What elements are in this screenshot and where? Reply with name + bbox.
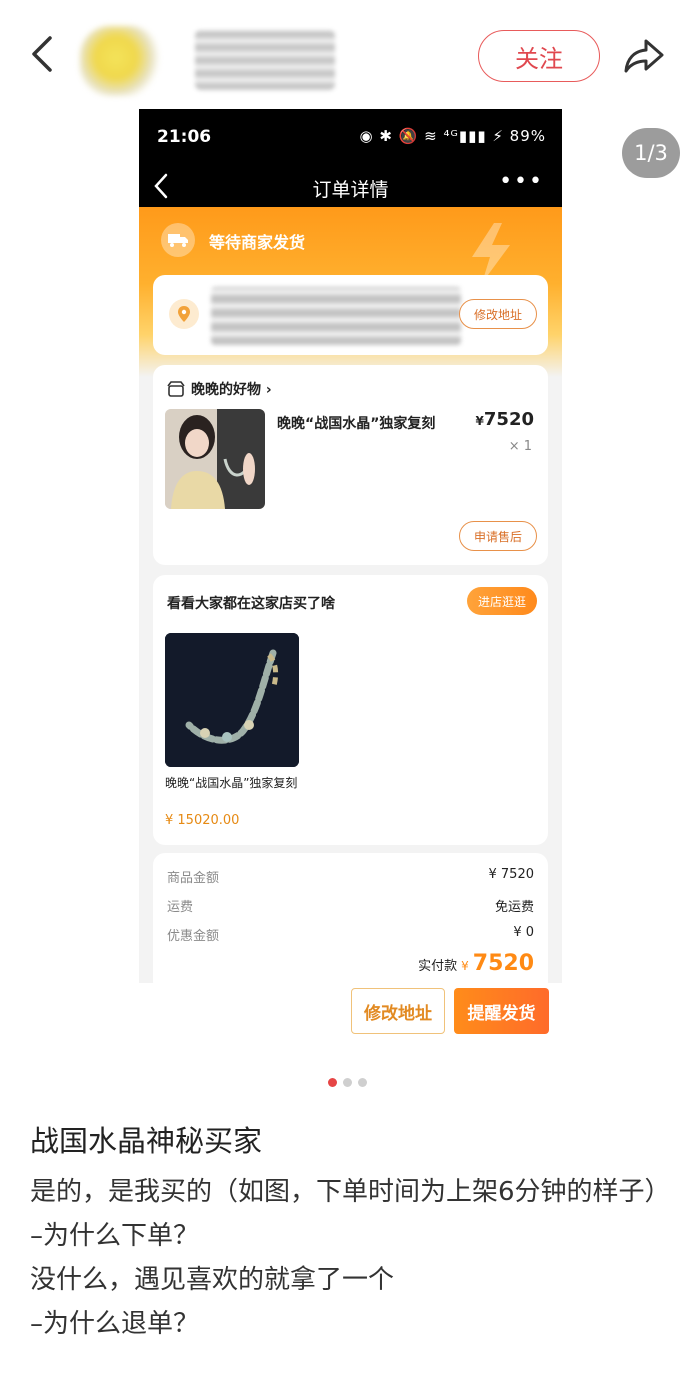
phone-status-bar: 21:06 ◉ ✱ 🔕 ≋ ⁴ᴳ▮▮▮ ⚡ 89%: [139, 109, 562, 165]
price-value: 7520: [483, 409, 534, 430]
share-icon[interactable]: [618, 32, 670, 80]
truck-icon: [161, 223, 195, 257]
carousel-dot[interactable]: [343, 1078, 352, 1087]
post-line: 是的，是我买的（如图，下单时间为上架6分钟的样子）: [30, 1177, 671, 1207]
remind-ship-button: 提醒发货: [454, 988, 549, 1034]
product-name: 晚晚“战国水晶”独家复刻: [277, 416, 436, 432]
summary-value: ¥ 7520: [488, 867, 535, 882]
phone-nav-bar: 订单详情 •••: [139, 165, 562, 207]
address-card: 修改地址: [153, 275, 548, 355]
post-title: 战国水晶神秘买家: [30, 1124, 263, 1158]
paid-amount: 实付款 ¥ 7520: [418, 951, 534, 976]
author-name[interactable]: [195, 30, 335, 90]
recommend-title: 看看大家都在这家店买了啥: [167, 596, 335, 612]
summary-row: 运费 免运费: [167, 896, 534, 915]
order-status: 等待商家发货: [209, 233, 306, 252]
recommend-card: 看看大家都在这家店买了啥 进店逛逛 晚晚“战国水晶”独家复刻 ¥ 15020.0…: [153, 575, 548, 845]
location-pin-icon: [169, 299, 199, 329]
summary-value: 免运费: [494, 900, 534, 915]
post-line: –为什么退单？: [30, 1309, 200, 1339]
top-bar: 关注: [0, 0, 700, 110]
product-price: ¥7520: [476, 409, 534, 430]
author-avatar[interactable]: [80, 26, 160, 96]
paid-currency: ¥: [461, 959, 469, 973]
store-icon: [167, 381, 185, 397]
shop-row: 晚晚的好物 ›: [167, 379, 272, 399]
summary-key: 运费: [167, 900, 194, 915]
product-image: [165, 409, 265, 509]
paid-value: 7520: [472, 951, 534, 976]
carousel-dot[interactable]: [358, 1078, 367, 1087]
price-summary-card: 商品金额 ¥ 7520 运费 免运费 优惠金额 ¥ 0 实付款 ¥ 7520: [153, 853, 548, 983]
after-sale-pill: 申请售后: [459, 521, 537, 551]
carousel-dot-active[interactable]: [328, 1078, 337, 1087]
status-icons: ◉ ✱ 🔕 ≋ ⁴ᴳ▮▮▮ ⚡ 89%: [359, 127, 546, 145]
status-time: 21:06: [157, 127, 212, 147]
edit-address-button: 修改地址: [351, 988, 445, 1034]
recommend-item-price: ¥ 15020.00: [165, 813, 240, 828]
currency-symbol: ¥: [475, 414, 484, 428]
order-screenshot[interactable]: 21:06 ◉ ✱ 🔕 ≋ ⁴ᴳ▮▮▮ ⚡ 89% 订单详情 ••• 等待商家发…: [139, 109, 562, 983]
post-body: 是的，是我买的（如图，下单时间为上架6分钟的样子） –为什么下单？ 没什么，遇见…: [30, 1170, 680, 1346]
follow-button[interactable]: 关注: [478, 30, 600, 82]
visit-shop-pill: 进店逛逛: [467, 587, 537, 615]
carousel-dots[interactable]: [328, 1078, 367, 1087]
more-icon: •••: [499, 169, 544, 194]
shop-name: 晚晚的好物 ›: [191, 382, 272, 398]
image-page-indicator: 1/3: [622, 128, 680, 178]
order-item-card: 晚晚的好物 › 晚晚“战国水晶”独家复刻 ¥7520 × 1 申请售后: [153, 365, 548, 565]
summary-key: 优惠金额: [167, 929, 220, 944]
paid-label: 实付款: [418, 959, 458, 974]
necklace-image: [165, 633, 299, 767]
summary-row: 商品金额 ¥ 7520: [167, 867, 534, 886]
post-line: 没什么，遇见喜欢的就拿了一个: [30, 1265, 395, 1295]
post-line: –为什么下单？: [30, 1221, 200, 1251]
summary-row: 优惠金额 ¥ 0: [167, 925, 534, 944]
product-quantity: × 1: [508, 439, 532, 454]
summary-key: 商品金额: [167, 871, 220, 886]
address-redacted: [211, 287, 461, 345]
edit-address-pill: 修改地址: [459, 299, 537, 329]
summary-value: ¥ 0: [513, 925, 534, 940]
back-icon[interactable]: [22, 32, 62, 76]
recommend-item-name: 晚晚“战国水晶”独家复刻: [165, 776, 298, 790]
